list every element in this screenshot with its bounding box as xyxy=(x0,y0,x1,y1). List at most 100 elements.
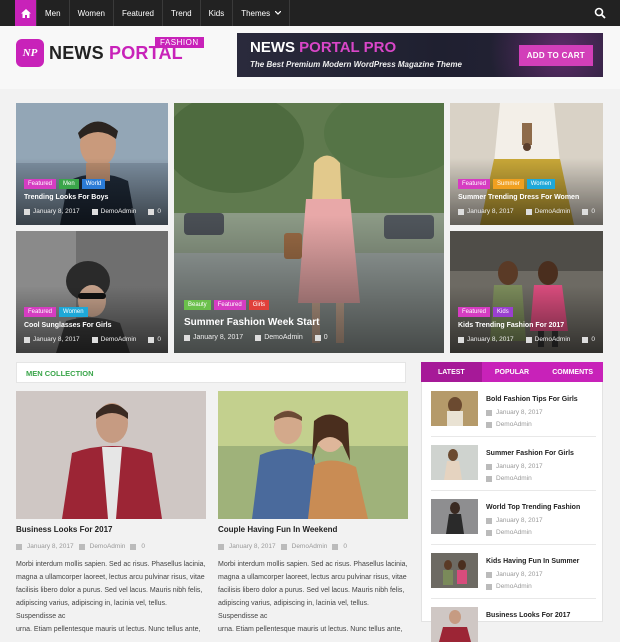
user-icon xyxy=(486,421,492,428)
hero-title[interactable]: Summer Fashion Week Start xyxy=(184,317,319,328)
hero-tile-kids-trending[interactable]: Featured Kids Kids Trending Fashion For … xyxy=(450,231,603,353)
nav-item-kids[interactable]: Kids xyxy=(201,0,234,26)
nav-item-featured[interactable]: Featured xyxy=(114,0,164,26)
list-item[interactable]: Summer Fashion For Girls January 8, 2017… xyxy=(431,445,596,485)
list-item-author-row: DemoAdmin xyxy=(486,475,532,482)
calendar-icon xyxy=(16,543,22,550)
comment-count[interactable]: 0 xyxy=(591,336,595,343)
logo-tagline: FASHION xyxy=(155,37,204,48)
list-item-author[interactable]: DemoAdmin xyxy=(496,475,532,482)
post-title[interactable]: Couple Having Fun In Weekend xyxy=(218,525,337,534)
nav-item-trend[interactable]: Trend xyxy=(163,0,201,26)
hero-shade xyxy=(450,231,603,353)
tag-featured[interactable]: Featured xyxy=(24,179,57,189)
post-meta: January 8, 2017 DemoAdmin 0 xyxy=(24,208,161,215)
hero-tile-summer-trending-dress[interactable]: Featured Summer Women Summer Trending Dr… xyxy=(450,103,603,225)
calendar-icon xyxy=(184,334,190,341)
comment-count[interactable]: 0 xyxy=(157,336,161,343)
list-item[interactable]: World Top Trending Fashion January 8, 20… xyxy=(431,499,596,539)
user-icon xyxy=(486,529,492,536)
tag-women[interactable]: Women xyxy=(59,307,88,317)
tag-girls[interactable]: Girls xyxy=(248,300,270,310)
top-navigation: Men Women Featured Trend Kids Themes xyxy=(0,0,620,26)
nav-item-women[interactable]: Women xyxy=(70,0,114,26)
tab-latest[interactable]: LATEST xyxy=(421,362,482,382)
tag-featured[interactable]: Featured xyxy=(458,179,491,189)
list-item-date-row: January 8, 2017 xyxy=(486,517,543,524)
list-item[interactable]: Bold Fashion Tips For Girls January 8, 2… xyxy=(431,391,596,431)
post-author[interactable]: DemoAdmin xyxy=(101,208,137,215)
tag-world[interactable]: World xyxy=(81,179,106,189)
post-image-couple[interactable] xyxy=(218,391,408,519)
hero-title[interactable]: Trending Looks For Boys xyxy=(24,194,108,201)
tag-summer[interactable]: Summer xyxy=(493,179,524,189)
tag-featured[interactable]: Featured xyxy=(458,307,491,317)
user-icon xyxy=(255,334,262,341)
user-icon xyxy=(91,336,98,343)
list-item-title[interactable]: Kids Having Fun In Summer xyxy=(486,558,579,565)
site-logo[interactable]: NP NEWS PORTAL FASHION xyxy=(16,37,204,67)
list-item-title[interactable]: World Top Trending Fashion xyxy=(486,504,580,511)
post-image-business[interactable] xyxy=(16,391,206,519)
comment-count[interactable]: 0 xyxy=(591,208,595,215)
hero-title[interactable]: Kids Trending Fashion For 2017 xyxy=(458,322,564,329)
list-item[interactable]: Business Looks For 2017 xyxy=(431,607,596,642)
add-to-cart-button[interactable]: ADD TO CART xyxy=(518,45,593,66)
comment-count[interactable]: 0 xyxy=(141,543,145,550)
list-item-date: January 8, 2017 xyxy=(496,463,543,470)
post-author[interactable]: DemoAdmin xyxy=(264,334,303,341)
excerpt-line: adipiscing varius, adipiscing in, lacini… xyxy=(218,600,369,620)
list-item-author-row: DemoAdmin xyxy=(486,583,532,590)
calendar-icon xyxy=(486,409,492,416)
hero-shade xyxy=(16,103,168,225)
comment-icon xyxy=(332,543,339,550)
tag-featured[interactable]: Featured xyxy=(213,300,246,310)
tag-men[interactable]: Men xyxy=(59,179,79,189)
post-meta: January 8, 2017 DemoAdmin 0 xyxy=(24,336,161,343)
comment-count[interactable]: 0 xyxy=(343,543,347,550)
list-item-author[interactable]: DemoAdmin xyxy=(496,421,532,428)
list-item-date-row: January 8, 2017 xyxy=(486,409,543,416)
nav-item-men[interactable]: Men xyxy=(36,0,70,26)
tag-list: Featured Summer Women xyxy=(458,179,556,189)
list-item-title[interactable]: Bold Fashion Tips For Girls xyxy=(486,396,578,403)
list-item-title[interactable]: Summer Fashion For Girls xyxy=(486,450,574,457)
post-author[interactable]: DemoAdmin xyxy=(535,336,571,343)
nav-item-themes[interactable]: Themes xyxy=(233,0,291,26)
tab-comments[interactable]: COMMENTS xyxy=(542,362,603,382)
user-icon xyxy=(525,208,532,215)
hero-title[interactable]: Summer Trending Dress For Women xyxy=(458,194,579,201)
user-icon xyxy=(78,543,85,550)
divider xyxy=(431,544,596,545)
hero-title[interactable]: Cool Sunglasses For Girls xyxy=(24,322,112,329)
post-author[interactable]: DemoAdmin xyxy=(292,543,328,550)
hero-tile-trending-looks[interactable]: Featured Men World Trending Looks For Bo… xyxy=(16,103,168,225)
excerpt-line: magna a ullamcorper laoreet, lectus arcu… xyxy=(218,574,407,581)
post-excerpt: Morbi interdum mollis sapien. Sed ac ris… xyxy=(218,558,408,636)
post-title[interactable]: Business Looks For 2017 xyxy=(16,525,112,534)
comment-count[interactable]: 0 xyxy=(324,334,328,341)
tag-beauty[interactable]: Beauty xyxy=(184,300,211,310)
post-author[interactable]: DemoAdmin xyxy=(90,543,126,550)
list-item-author[interactable]: DemoAdmin xyxy=(496,529,532,536)
post-author[interactable]: DemoAdmin xyxy=(535,208,571,215)
home-button[interactable] xyxy=(15,0,36,26)
hero-tile-summer-fashion-week[interactable]: Beauty Featured Girls Summer Fashion Wee… xyxy=(174,103,444,353)
chevron-down-icon xyxy=(275,11,282,15)
user-icon xyxy=(486,583,492,590)
promo-banner[interactable]: NEWS PORTAL PRO The Best Premium Modern … xyxy=(237,33,603,77)
list-item-title[interactable]: Business Looks For 2017 xyxy=(486,612,570,619)
tab-popular[interactable]: POPULAR xyxy=(482,362,543,382)
calendar-icon xyxy=(24,208,30,215)
list-item[interactable]: Kids Having Fun In Summer January 8, 201… xyxy=(431,553,596,593)
post-author[interactable]: DemoAdmin xyxy=(101,336,137,343)
comment-count[interactable]: 0 xyxy=(157,208,161,215)
search-icon[interactable] xyxy=(594,7,606,19)
list-item-author[interactable]: DemoAdmin xyxy=(496,583,532,590)
post-meta: January 8, 2017 DemoAdmin 0 xyxy=(218,543,347,550)
hero-tile-cool-sunglasses[interactable]: Featured Women Cool Sunglasses For Girls… xyxy=(16,231,168,353)
user-icon xyxy=(91,208,98,215)
tag-kids[interactable]: Kids xyxy=(493,307,513,317)
tag-featured[interactable]: Featured xyxy=(24,307,57,317)
tag-women[interactable]: Women xyxy=(526,179,556,189)
